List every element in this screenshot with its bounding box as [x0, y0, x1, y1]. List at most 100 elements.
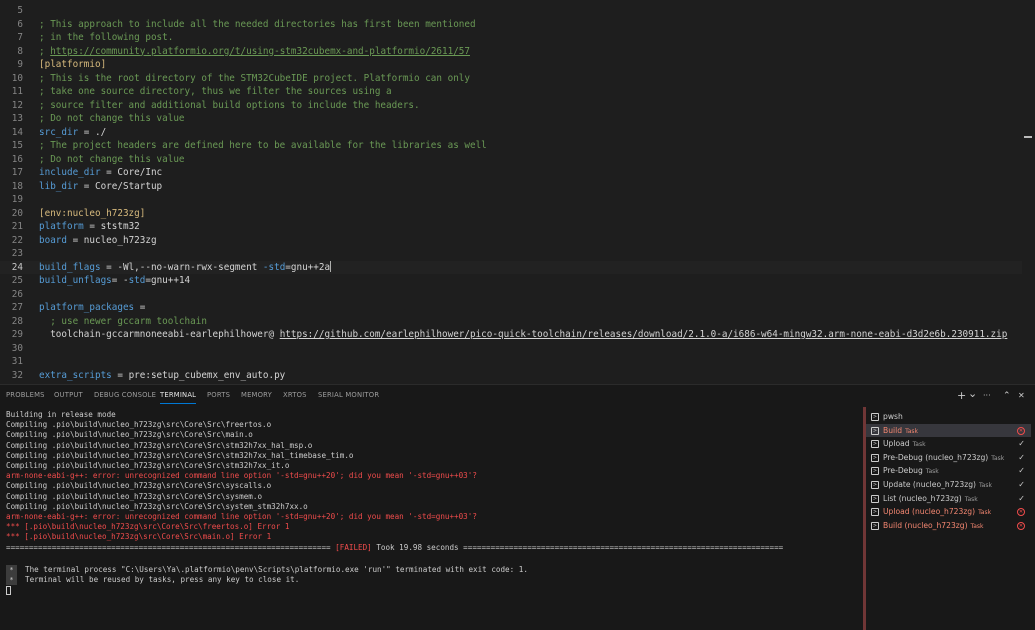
tab-xrtos[interactable]: XRTOS — [283, 391, 307, 399]
line-number: 19 — [11, 194, 23, 205]
line-text: platform = ststm32 — [39, 220, 140, 234]
terminal-icon: > — [871, 440, 879, 449]
tab-ports[interactable]: PORTS — [207, 391, 230, 399]
task-item[interactable]: > Build Task ✕ — [866, 423, 1031, 438]
task-status: ✕ — [1017, 505, 1025, 519]
code-token-val: Core/Inc — [117, 167, 163, 178]
task-kind: Task — [905, 427, 919, 435]
more-actions-icon[interactable]: ··· — [983, 391, 991, 400]
code-token-op: = — [78, 126, 95, 138]
code-token-comment: ; Do not change this value — [39, 153, 185, 165]
editor-scrollbar[interactable] — [1024, 0, 1032, 384]
new-terminal-icon[interactable]: + — [957, 389, 966, 402]
task-name: Upload (nucleo_h723zg) Task — [883, 505, 991, 520]
task-name: Build (nucleo_h723zg) Task — [883, 519, 984, 534]
code-token-op: = — [134, 302, 146, 313]
tab-output[interactable]: OUTPUT — [54, 391, 83, 399]
terminal-task-list: > pwsh > Build Task ✕ > Upload Task ✓ > Pre-Debug (… — [866, 407, 1035, 630]
terminal-error-line: arm-none-eabi-g++: error: unrecognized c… — [6, 512, 477, 521]
check-icon: ✓ — [1018, 466, 1025, 476]
task-kind: Task — [991, 454, 1005, 462]
code-line: 10 ; This is the root directory of the ST… — [0, 72, 1022, 86]
line-number: 5 — [17, 5, 23, 16]
line-number: 7 — [17, 32, 23, 43]
code-line: 31 — [0, 355, 1022, 369]
marker-asterisk: * — [9, 576, 14, 584]
line-text: ; source filter and additional build opt… — [39, 99, 420, 113]
close-panel-icon[interactable]: ✕ — [1018, 391, 1025, 400]
terminal-error-line: arm-none-eabi-g++: error: unrecognized c… — [6, 471, 477, 481]
code-token-val: ./ — [94, 126, 107, 138]
line-number: 14 — [11, 126, 23, 138]
code-token-comment: ; This is the root directory of the STM3… — [39, 72, 470, 84]
error-circle-icon: ✕ — [1017, 521, 1025, 530]
code-token-comment: ; source filter and additional build opt… — [39, 99, 420, 111]
task-label: Upload — [883, 439, 910, 449]
line-number: 10 — [11, 72, 23, 84]
task-label: Pre-Debug — [883, 466, 923, 476]
code-line: 14 src_dir = ./ — [0, 126, 1022, 140]
task-item[interactable]: > List (nucleo_h723zg) Task ✓ — [866, 492, 1031, 506]
code-token-key: platform_packages — [39, 302, 135, 313]
line-number: 27 — [11, 302, 23, 313]
code-token-val: ststm32 — [100, 221, 140, 232]
terminal-error-line: *** [.pio\build\nucleo_h723zg\src\Core\S… — [6, 522, 290, 532]
task-item[interactable]: > Upload (nucleo_h723zg) Task ✕ — [866, 505, 1031, 519]
terminal-line: Compiling .pio\build\nucleo_h723zg\src\C… — [6, 501, 308, 511]
task-kind: Task — [970, 522, 984, 530]
tab-terminal[interactable]: TERMINAL — [160, 391, 197, 404]
task-label: Build (nucleo_h723zg) — [883, 520, 968, 530]
tab-debug-console[interactable]: DEBUG CONSOLE — [94, 391, 156, 399]
code-line: 32 extra_scripts = pre:setup_cubemx_env_a… — [0, 369, 1022, 383]
text-cursor — [330, 260, 332, 272]
tab-memory[interactable]: MEMORY — [241, 391, 272, 399]
task-item[interactable]: > Update (nucleo_h723zg) Task ✓ — [866, 478, 1031, 492]
line-number: 26 — [11, 288, 23, 300]
tab-problems[interactable]: PROBLEMS — [6, 391, 45, 399]
task-item[interactable]: > pwsh — [866, 410, 1031, 424]
terminal-output[interactable]: Building in release mode Compiling .pio\b… — [0, 407, 862, 630]
code-token-comment: ; use newer gccarm toolchain — [39, 315, 207, 327]
line-number: 25 — [11, 275, 23, 286]
task-item[interactable]: > Upload Task ✓ — [866, 437, 1031, 451]
code-token-key: extra_scripts — [39, 369, 112, 381]
code-line: 7 ; in the following post. — [0, 31, 1022, 45]
line-number: 22 — [11, 234, 23, 246]
maximize-panel-icon[interactable]: ⌃ — [1003, 391, 1011, 401]
editor-scroll-thumb[interactable] — [1024, 136, 1032, 138]
code-token-op: = — [78, 180, 95, 192]
terminal-icon: > — [871, 453, 879, 462]
code-token-val: =gnu++2a — [285, 261, 331, 273]
line-number: 9 — [17, 59, 23, 70]
task-label: Build — [883, 425, 903, 435]
line-text: build_flags = -Wl,--no-warn-rwx-segment … — [39, 260, 332, 275]
task-label: List (nucleo_h723zg) — [883, 493, 962, 503]
code-line: 5 — [0, 4, 1022, 18]
code-token-key: platform — [39, 221, 84, 232]
task-item[interactable]: > Pre-Debug (nucleo_h723zg) Task ✓ — [866, 451, 1031, 465]
task-item[interactable]: > Pre-Debug Task ✓ — [866, 464, 1031, 478]
code-token-link[interactable]: https://community.platformio.org/t/using… — [50, 46, 470, 57]
task-label: Update (nucleo_h723zg) — [883, 480, 976, 489]
code-token-op: = — [100, 167, 118, 178]
code-token-comment: ; This approach to include all the neede… — [39, 18, 476, 30]
check-icon: ✓ — [1018, 452, 1025, 462]
code-token-key: build_unflags — [39, 275, 112, 286]
task-item[interactable]: > Build (nucleo_h723zg) Task ✕ — [866, 519, 1031, 533]
terminal-line: Building in release mode — [6, 410, 116, 419]
terminal-dropdown-icon[interactable]: ⌄ — [968, 387, 977, 400]
line-number: 16 — [11, 153, 23, 165]
line-number: 13 — [11, 113, 23, 124]
code-line: 18 lib_dir = Core/Startup — [0, 180, 1022, 194]
code-line: 17 include_dir = Core/Inc — [0, 166, 1022, 180]
panel-tab-bar: PROBLEMS OUTPUT DEBUG CONSOLE TERMINAL PORTS… — [0, 385, 1035, 407]
tab-serial-monitor[interactable]: SERIAL MONITOR — [318, 391, 379, 399]
terminal-line: Compiling .pio\build\nucleo_h723zg\src\C… — [6, 491, 263, 501]
code-token-link2[interactable]: https://github.com/earlephilhower/pico-q… — [280, 329, 1008, 340]
task-kind: Task — [978, 482, 992, 489]
error-circle-icon: ✕ — [1017, 426, 1025, 435]
line-text: src_dir = ./ — [39, 126, 106, 140]
task-label: pwsh — [883, 412, 903, 421]
code-editor[interactable]: 5 6 ; This approach to include all the nee… — [0, 0, 1035, 384]
code-token-key: build_flags — [39, 261, 101, 273]
